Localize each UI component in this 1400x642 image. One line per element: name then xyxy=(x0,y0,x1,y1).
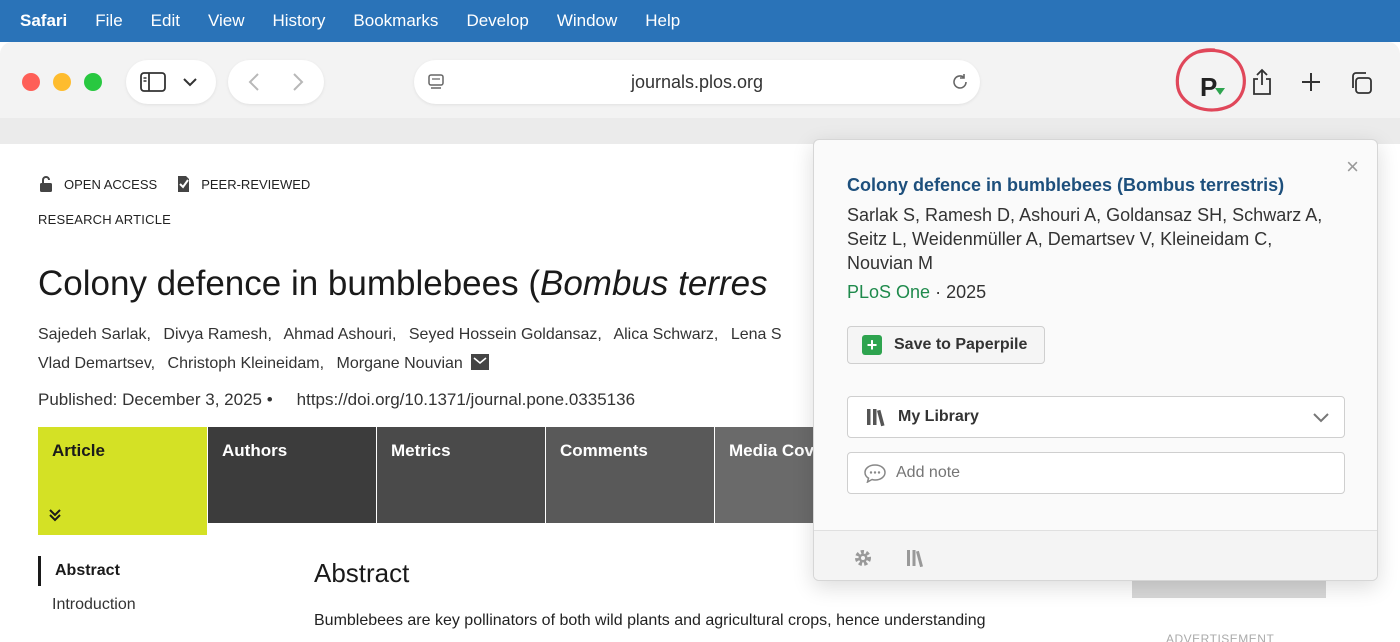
library-icon[interactable] xyxy=(905,547,927,569)
publication-info: Published: December 3, 2025 • https://doi… xyxy=(38,390,635,410)
tab-label: Article xyxy=(52,441,105,460)
author-link[interactable]: Vlad Demartsev, xyxy=(38,355,155,372)
browser-window: journals.plos.org P OPEN ACCESS PEER-REV… xyxy=(0,42,1400,642)
email-icon[interactable] xyxy=(470,354,489,370)
sidebar-toggle-group xyxy=(126,60,216,104)
double-chevron-down-icon xyxy=(48,508,62,525)
save-to-paperpile-button[interactable]: + Save to Paperpile xyxy=(847,326,1045,364)
author-link[interactable]: Lena S xyxy=(731,326,782,343)
gear-icon[interactable] xyxy=(852,547,874,569)
published-date: Published: December 3, 2025 • xyxy=(38,390,273,409)
toc-item-introduction[interactable]: Introduction xyxy=(38,590,136,620)
table-of-contents: Abstract Introduction xyxy=(38,556,136,624)
article-title: Colony defence in bumblebees (Bombus ter… xyxy=(38,264,768,304)
sidebar-icon[interactable] xyxy=(140,71,166,93)
menu-window[interactable]: Window xyxy=(557,11,617,31)
add-note-field[interactable] xyxy=(847,452,1345,494)
advertisement-label: ADVERTISEMENT xyxy=(1166,632,1275,642)
reload-icon[interactable] xyxy=(950,72,970,92)
menu-bar: Safari File Edit View History Bookmarks … xyxy=(0,0,1400,42)
author-link[interactable]: Christoph Kleineidam, xyxy=(168,355,325,372)
paperpile-journal-line: PLoS One · 2025 xyxy=(847,282,986,303)
abstract-heading: Abstract xyxy=(314,558,410,588)
article-tabs: Article Authors Metrics Comments Media C… xyxy=(38,427,883,535)
paperpile-authors: Sarlak S, Ramesh D, Ashouri A, Goldansaz… xyxy=(847,205,1323,273)
author-link[interactable]: Morgane Nouvian xyxy=(337,355,463,372)
library-select-value: My Library xyxy=(898,408,979,425)
menu-view[interactable]: View xyxy=(208,11,245,31)
paperpile-logo-icon: P xyxy=(1200,72,1217,102)
paperpile-footer xyxy=(814,530,1377,580)
tab-authors[interactable]: Authors xyxy=(207,427,376,523)
menu-develop[interactable]: Develop xyxy=(466,11,528,31)
tab-label: Comments xyxy=(560,441,648,460)
menu-file[interactable]: File xyxy=(95,11,122,31)
tab-overview-icon[interactable] xyxy=(1348,70,1374,96)
peer-review-icon xyxy=(178,176,190,192)
article-title-prefix: Colony defence in bumblebees ( xyxy=(38,264,540,303)
page-menu-icon[interactable] xyxy=(426,72,446,92)
close-window-button[interactable] xyxy=(22,73,40,91)
author-link[interactable]: Seyed Hossein Goldansaz, xyxy=(409,326,602,343)
article-type: RESEARCH ARTICLE xyxy=(38,212,171,227)
open-access-label: OPEN ACCESS xyxy=(64,176,158,192)
tab-label: Authors xyxy=(222,441,288,460)
forward-arrow-icon[interactable] xyxy=(288,71,308,93)
peer-reviewed-badge: PEER-REVIEWED xyxy=(175,174,310,194)
add-note-input[interactable] xyxy=(896,464,1336,482)
toc-item-abstract[interactable]: Abstract xyxy=(38,556,136,586)
tab-label: Metrics xyxy=(391,441,451,460)
open-lock-icon xyxy=(40,176,52,192)
menu-history[interactable]: History xyxy=(273,11,326,31)
menu-bookmarks[interactable]: Bookmarks xyxy=(353,11,438,31)
tab-metrics[interactable]: Metrics xyxy=(376,427,545,523)
open-access-badge: OPEN ACCESS xyxy=(38,175,157,193)
paperpile-extension-button[interactable]: P xyxy=(1168,42,1252,120)
save-button-label: Save to Paperpile xyxy=(894,336,1028,353)
paperpile-popover: × Colony defence in bumblebees (Bombus t… xyxy=(813,139,1378,581)
chevron-down-icon xyxy=(1312,408,1330,431)
library-select[interactable]: My Library xyxy=(847,396,1345,438)
author-link[interactable]: Divya Ramesh, xyxy=(163,326,271,343)
doi-link[interactable]: https://doi.org/10.1371/journal.pone.033… xyxy=(297,390,635,409)
paperpile-year: · 2025 xyxy=(935,282,987,302)
url-text: journals.plos.org xyxy=(630,71,764,92)
zoom-window-button[interactable] xyxy=(84,73,102,91)
tab-label: Media Cov xyxy=(729,441,815,460)
article-badges: OPEN ACCESS PEER-REVIEWED xyxy=(38,174,328,194)
paperpile-paper-title: Colony defence in bumblebees (Bombus ter… xyxy=(847,175,1285,195)
author-line-1: Sajedeh Sarlak, Divya Ramesh, Ahmad Asho… xyxy=(38,320,838,349)
menu-app-safari[interactable]: Safari xyxy=(20,11,67,31)
peer-reviewed-label: PEER-REVIEWED xyxy=(201,176,311,192)
author-link[interactable]: Alica Schwarz, xyxy=(613,326,718,343)
navigation-group xyxy=(228,60,324,104)
tab-comments[interactable]: Comments xyxy=(545,427,714,523)
comment-bubble-icon xyxy=(864,464,886,483)
paperpile-journal: PLoS One xyxy=(847,282,931,302)
menu-edit[interactable]: Edit xyxy=(151,11,180,31)
author-line-2: Vlad Demartsev, Christoph Kleineidam, Mo… xyxy=(38,349,838,378)
minimize-window-button[interactable] xyxy=(53,73,71,91)
article-title-species: Bombus terres xyxy=(539,264,768,303)
tab-article[interactable]: Article xyxy=(38,427,207,535)
back-arrow-icon[interactable] xyxy=(244,71,264,93)
menu-help[interactable]: Help xyxy=(645,11,680,31)
abstract-text: Bumblebees are key pollinators of both w… xyxy=(314,612,986,629)
close-icon[interactable]: × xyxy=(1346,154,1359,180)
chevron-down-icon[interactable] xyxy=(182,74,198,90)
author-link[interactable]: Ahmad Ashouri, xyxy=(283,326,396,343)
plus-icon: + xyxy=(862,335,882,355)
author-list: Sajedeh Sarlak, Divya Ramesh, Ahmad Asho… xyxy=(38,320,838,378)
new-tab-icon[interactable] xyxy=(1300,71,1322,93)
browser-toolbar: journals.plos.org P xyxy=(0,42,1400,118)
address-bar[interactable]: journals.plos.org xyxy=(414,60,980,104)
share-icon[interactable] xyxy=(1250,68,1274,96)
library-icon xyxy=(867,409,885,427)
author-link[interactable]: Sajedeh Sarlak, xyxy=(38,326,151,343)
